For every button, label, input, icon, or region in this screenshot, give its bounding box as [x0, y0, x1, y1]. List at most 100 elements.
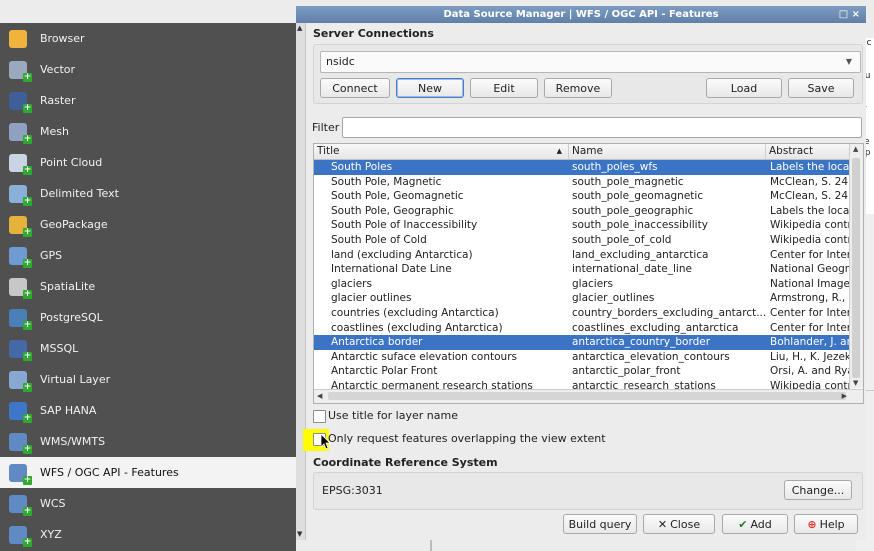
new-button[interactable]: New	[396, 78, 464, 98]
table-row[interactable]: glaciers glaciers National Imager	[314, 277, 850, 292]
sidebar-item-vector[interactable]: + Vector	[0, 54, 296, 85]
table-header: Title ▲ Name Abstract	[314, 144, 850, 160]
scroll-right-icon[interactable]: ▶	[842, 392, 847, 400]
sidebar-item-label: Browser	[40, 32, 85, 45]
sidebar-item-geopackage[interactable]: + GeoPackage	[0, 209, 296, 240]
cell-abstract: Labels the locat	[770, 204, 850, 217]
table-row[interactable]: South Pole of Inaccessibility south_pole_…	[314, 218, 850, 233]
sidebar-item-label: GPS	[40, 249, 63, 262]
sidebar-item-wcs[interactable]: + WCS	[0, 488, 296, 519]
window-controls[interactable]: □ ×	[839, 6, 860, 23]
sidebar-item-delimited-text[interactable]: + Delimited Text	[0, 178, 296, 209]
table-row[interactable]: countries (excluding Antarctica) country_…	[314, 306, 850, 321]
table-row[interactable]: land (excluding Antarctica) land_excludin…	[314, 248, 850, 263]
table-row[interactable]: South Pole, Geomagnetic south_pole_geomag…	[314, 189, 849, 204]
cell-name: south_poles_wfs	[572, 161, 658, 173]
cell-title: Antarctic Polar Front	[331, 365, 438, 378]
filter-input[interactable]	[342, 117, 862, 138]
table-row[interactable]: South Pole of Cold south_pole_of_cold Wiki…	[314, 233, 850, 248]
edit-button[interactable]: Edit	[470, 78, 538, 98]
help-label: Help	[819, 518, 845, 531]
column-abstract-header[interactable]: Abstract	[766, 144, 850, 159]
table-horizontal-scrollbar[interactable]: ◀ ▶	[314, 389, 863, 403]
sidebar-item-xyz[interactable]: + XYZ	[0, 519, 296, 550]
column-name-header[interactable]: Name	[569, 144, 766, 159]
table-row[interactable]: Antarctic Polar Front antarctic_polar_fro…	[314, 364, 850, 379]
column-title-header[interactable]: Title ▲	[314, 144, 569, 159]
cell-title: Antarctic suface elevation contours	[331, 350, 517, 363]
build-query-button[interactable]: Build query	[563, 514, 637, 534]
cell-name: antarctica_elevation_contours	[572, 350, 730, 363]
scroll-left-icon[interactable]: ◀	[317, 392, 322, 400]
column-abstract-label: Abstract	[769, 145, 814, 157]
table-row[interactable]: South Pole, Magnetic south_pole_magnetic M…	[314, 175, 849, 190]
close-label: Close	[670, 518, 701, 531]
cell-abstract: Bohlander, J. an	[770, 336, 850, 349]
cell-name: south_pole_inaccessibility	[572, 219, 708, 232]
add-button[interactable]: ✔ Add	[722, 514, 788, 534]
crs-value: EPSG:3031	[322, 484, 383, 497]
scroll-thumb[interactable]	[852, 158, 860, 378]
sidebar-item-mesh[interactable]: + Mesh	[0, 116, 296, 147]
chevron-down-icon: ▼	[845, 57, 852, 66]
connect-button-label: Connect	[332, 82, 378, 95]
cell-name: coastlines_excluding_antarctica	[572, 321, 739, 334]
cell-title: land (excluding Antarctica)	[331, 248, 473, 261]
vector-icon: +	[9, 59, 32, 82]
panel-scrollbar[interactable]: ▲ ▼	[296, 23, 306, 540]
sidebar-item-label: Point Cloud	[40, 156, 103, 169]
sidebar-item-label: Vector	[40, 63, 76, 76]
sidebar-item-spatialite[interactable]: + SpatiaLite	[0, 271, 296, 302]
mssql-icon: +	[9, 338, 32, 361]
use-title-label: Use title for layer name	[328, 409, 458, 422]
cell-name: land_excluding_antarctica	[572, 248, 709, 261]
load-button[interactable]: Load	[706, 78, 782, 98]
cell-title: South Pole of Inaccessibility	[331, 219, 478, 232]
scroll-thumb[interactable]	[328, 392, 846, 400]
xyz-icon: +	[9, 524, 32, 547]
filter-label: Filter	[312, 121, 340, 134]
connection-select[interactable]: nsidc ▼	[320, 51, 861, 73]
sidebar-item-mssql[interactable]: + MSSQL	[0, 333, 296, 364]
table-vertical-scrollbar[interactable]: ▲ ▼	[849, 144, 863, 388]
connect-button[interactable]: Connect	[320, 78, 390, 98]
save-button[interactable]: Save	[788, 78, 854, 98]
cell-abstract: McClean, S. 24	[770, 190, 849, 203]
cell-title: South Pole of Cold	[331, 233, 427, 246]
close-button[interactable]: ✕ Close	[643, 514, 715, 534]
cell-abstract: Orsi, A. and Rya	[770, 365, 850, 378]
layer-table[interactable]: Title ▲ Name Abstract South Poles south_p…	[313, 143, 864, 404]
cell-name: south_pole_geographic	[572, 204, 694, 217]
sidebar-item-raster[interactable]: + Raster	[0, 85, 296, 116]
scroll-up-icon[interactable]: ▲	[853, 145, 858, 153]
cell-abstract: National Geogra	[770, 263, 850, 276]
source-type-sidebar: Browser + Vector + Raster + Mesh + Point Cloud + D…	[0, 23, 296, 551]
scroll-down-icon[interactable]: ▼	[853, 379, 858, 387]
sidebar-item-gps[interactable]: + GPS	[0, 240, 296, 271]
change-crs-button[interactable]: Change...	[784, 480, 852, 500]
sidebar-item-virtual-layer[interactable]: + Virtual Layer	[0, 364, 296, 395]
scroll-up-icon[interactable]: ▲	[297, 24, 302, 32]
table-row[interactable]: Antarctica border antarctica_country_bord…	[314, 335, 850, 350]
sidebar-item-postgresql[interactable]: + PostgreSQL	[0, 302, 296, 333]
sidebar-item-label: Mesh	[40, 125, 69, 138]
help-button[interactable]: ⊕ Help	[794, 514, 858, 534]
sidebar-item-browser[interactable]: Browser	[0, 23, 296, 54]
sidebar-item-sap-hana[interactable]: + SAP HANA	[0, 395, 296, 426]
use-title-checkbox[interactable]	[313, 410, 326, 423]
sidebar-item-point-cloud[interactable]: + Point Cloud	[0, 147, 296, 178]
table-row[interactable]: Antarctic suface elevation contours antar…	[314, 350, 850, 365]
table-row[interactable]: glacier outlines glacier_outlines Armstron…	[314, 291, 850, 306]
cell-name: south_pole_geomagnetic	[572, 190, 704, 203]
cell-name: international_date_line	[572, 263, 692, 276]
scroll-down-icon[interactable]: ▼	[297, 530, 302, 538]
table-row[interactable]: South Poles south_poles_wfs Labels the loc…	[314, 160, 850, 175]
table-row[interactable]: coastlines (excluding Antarctica) coastli…	[314, 321, 850, 336]
sidebar-item-wms-wmts[interactable]: + WMS/WMTS	[0, 426, 296, 457]
table-row[interactable]: International Date Line international_dat…	[314, 262, 850, 277]
sidebar-item-wfs-ogc-api-features[interactable]: + WFS / OGC API - Features	[0, 457, 296, 488]
table-row[interactable]: South Pole, Geographic south_pole_geograp…	[314, 204, 850, 219]
cell-title: South Pole, Geographic	[331, 204, 454, 217]
cell-name: glacier_outlines	[572, 292, 655, 305]
remove-button[interactable]: Remove	[544, 78, 612, 98]
